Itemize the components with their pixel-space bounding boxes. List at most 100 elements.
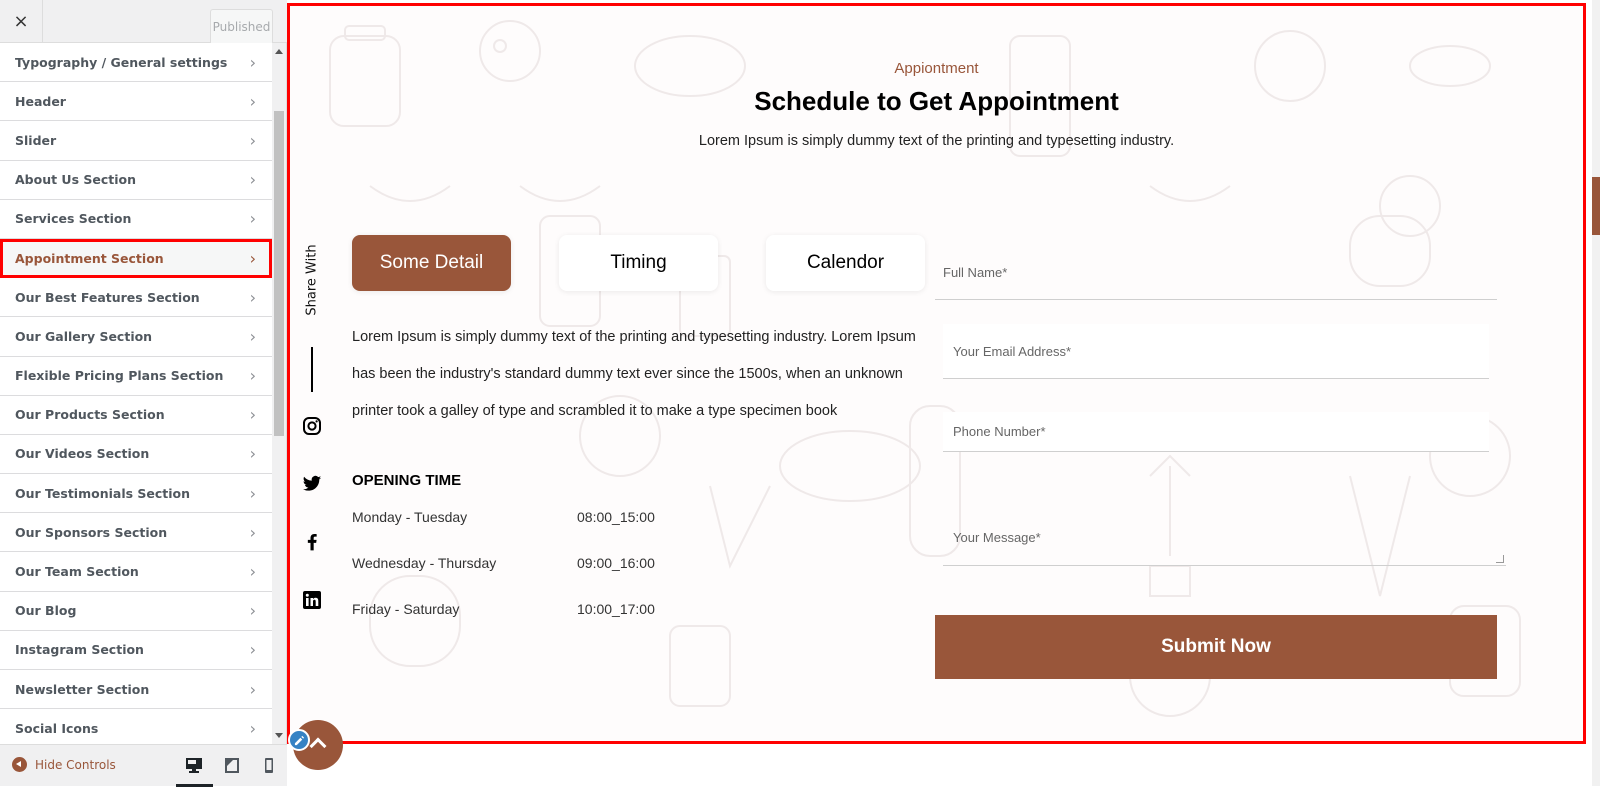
sidebar-item-label: Typography / General settings (15, 54, 228, 70)
hide-controls-label: Hide Controls (35, 757, 116, 772)
sidebar-item-slider[interactable]: Slider › (0, 121, 272, 161)
sidebar-item-label: Newsletter Section (15, 681, 150, 697)
appointment-section: Appiontment Schedule to Get Appointment … (287, 3, 1586, 744)
pencil-icon (294, 735, 304, 745)
customizer-header: × Published (0, 0, 287, 43)
edit-shortcut-button[interactable] (288, 729, 310, 751)
mobile-preview-button[interactable] (259, 755, 279, 775)
chevron-right-icon: › (249, 444, 256, 464)
sidebar-item-instagram-section[interactable]: Instagram Section › (0, 630, 272, 670)
sidebar-item-our-team-section[interactable]: Our Team Section › (0, 552, 272, 592)
sidebar-item-our-sponsors-section[interactable]: Our Sponsors Section › (0, 513, 272, 553)
customizer-section-list: Typography / General settings › Header › Sli… (0, 43, 272, 744)
tablet-icon (225, 758, 239, 773)
sidebar-item-flexible-pricing-plans-section[interactable]: Flexible Pricing Plans Section › (0, 356, 272, 396)
email-field[interactable]: Your Email Address* (943, 324, 1489, 379)
resize-handle-icon[interactable] (1496, 555, 1504, 563)
chevron-right-icon: › (249, 326, 256, 346)
customizer-footer: Hide Controls (0, 744, 287, 787)
sidebar-item-typography-general-settings[interactable]: Typography / General settings › (0, 43, 272, 83)
sidebar-item-our-gallery-section[interactable]: Our Gallery Section › (0, 317, 272, 357)
chevron-right-icon: › (249, 91, 256, 111)
share-with-label: Share With (304, 244, 320, 316)
sidebar-item-label: Appointment Section (15, 250, 164, 266)
tab-calendor[interactable]: Calendor (766, 235, 925, 291)
submit-button[interactable]: Submit Now (935, 615, 1497, 679)
sidebar-item-label: Our Best Features Section (15, 289, 200, 305)
customizer-sidebar: × Published Typography / General setting… (0, 0, 287, 787)
section-subtitle: Lorem Ipsum is simply dummy text of the … (698, 133, 1175, 149)
close-customizer-button[interactable]: × (0, 0, 43, 43)
facebook-link[interactable] (302, 532, 322, 552)
chevron-right-icon: › (249, 209, 256, 229)
scrollbar-thumb[interactable] (274, 111, 284, 436)
hours-time: 08:00_15:00 (577, 509, 655, 525)
message-textarea[interactable]: Your Message* (943, 512, 1506, 566)
scroll-up-arrow-icon[interactable] (275, 49, 283, 54)
tablet-preview-button[interactable] (222, 755, 242, 775)
linkedin-link[interactable] (302, 590, 322, 610)
sidebar-item-our-videos-section[interactable]: Our Videos Section › (0, 434, 272, 475)
share-divider (311, 347, 313, 392)
sidebar-item-header[interactable]: Header › (0, 82, 272, 122)
desktop-preview-button[interactable] (184, 755, 204, 775)
sidebar-item-our-products-section[interactable]: Our Products Section › (0, 395, 272, 435)
hours-days: Friday - Saturday (352, 601, 460, 617)
sidebar-item-newsletter-section[interactable]: Newsletter Section › (0, 670, 272, 710)
sidebar-item-label: Our Products Section (15, 407, 165, 423)
sidebar-item-social-icons[interactable]: Social Icons › (0, 709, 272, 744)
chevron-right-icon: › (249, 366, 256, 386)
sidebar-item-label: Our Sponsors Section (15, 524, 168, 540)
chevron-right-icon: › (249, 52, 256, 72)
preview-scrollbar[interactable] (1592, 0, 1600, 786)
linkedin-icon (303, 591, 321, 609)
collapse-arrow-icon (12, 757, 27, 772)
chevron-right-icon: › (249, 170, 256, 190)
full-name-field[interactable]: Full Name* (935, 246, 1497, 300)
sidebar-item-our-best-features-section[interactable]: Our Best Features Section › (0, 278, 272, 318)
sidebar-item-our-blog[interactable]: Our Blog › (0, 591, 272, 631)
section-title: Schedule to Get Appointment (754, 86, 1119, 116)
hours-days: Monday - Tuesday (352, 509, 468, 525)
chevron-right-icon: › (249, 287, 256, 307)
sidebar-item-label: Instagram Section (15, 642, 144, 658)
chevron-right-icon: › (249, 562, 256, 582)
sidebar-item-our-testimonials-section[interactable]: Our Testimonials Section › (0, 474, 272, 514)
chevron-right-icon: › (249, 679, 256, 699)
twitter-link[interactable] (302, 474, 322, 494)
opening-time-heading: OPENING TIME (352, 472, 462, 489)
chevron-right-icon: › (249, 483, 256, 503)
tab-timing[interactable]: Timing (559, 235, 718, 291)
scroll-down-arrow-icon[interactable] (275, 733, 283, 738)
chevron-right-icon: › (249, 130, 256, 150)
hours-time: 10:00_17:00 (577, 601, 655, 617)
sidebar-item-appointment-section[interactable]: Appointment Section › (0, 238, 272, 279)
hours-row: Friday - Saturday 10:00_17:00 (352, 601, 655, 617)
phone-field[interactable]: Phone Number* (943, 412, 1489, 452)
chevron-right-icon: › (249, 601, 256, 621)
tab-some-detail[interactable]: Some Detail (352, 235, 511, 291)
message-placeholder: Your Message* (953, 530, 1041, 545)
sidebar-item-label: Header (15, 93, 66, 109)
facebook-icon (307, 534, 317, 551)
chevron-right-icon: › (249, 522, 256, 542)
hide-controls-button[interactable]: Hide Controls (12, 757, 116, 772)
chevron-right-icon: › (249, 640, 256, 660)
instagram-link[interactable] (302, 416, 322, 436)
site-preview: Appiontment Schedule to Get Appointment … (287, 0, 1600, 786)
sidebar-item-services-section[interactable]: Services Section › (0, 199, 272, 239)
mobile-icon (265, 758, 273, 773)
preview-scrollbar-thumb[interactable] (1592, 177, 1600, 235)
publish-status-button[interactable]: Published (210, 9, 273, 43)
sidebar-item-label: Flexible Pricing Plans Section (15, 368, 224, 384)
appointment-tabs: Some Detail Timing Calendor (352, 235, 925, 291)
detail-text: Lorem Ipsum is simply dummy text of the … (352, 329, 916, 419)
hours-row: Wednesday - Thursday 09:00_16:00 (352, 555, 655, 571)
sidebar-item-label: Our Blog (15, 603, 77, 619)
close-icon: × (13, 11, 29, 32)
sidebar-scrollbar[interactable] (272, 43, 286, 744)
sidebar-item-about-us-section[interactable]: About Us Section › (0, 160, 272, 200)
chevron-right-icon: › (249, 248, 256, 268)
hours-days: Wednesday - Thursday (352, 555, 497, 571)
sidebar-item-label: Social Icons (15, 720, 99, 736)
